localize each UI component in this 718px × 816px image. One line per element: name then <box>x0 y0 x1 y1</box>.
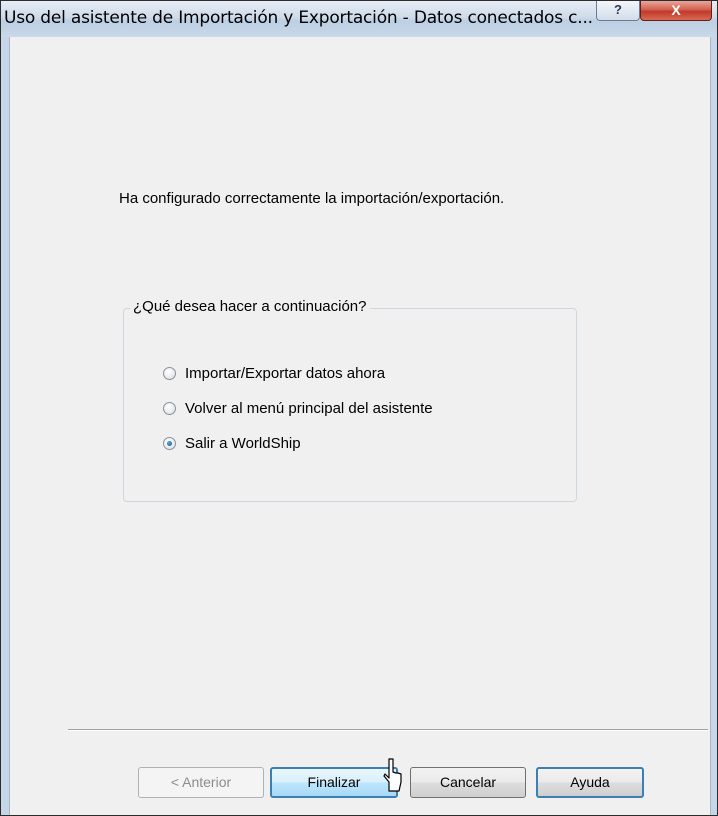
close-icon: X <box>671 2 681 18</box>
dialog-window: Uso del asistente de Importación y Expor… <box>0 0 718 816</box>
radio-button-icon[interactable] <box>163 401 176 415</box>
help-titlebar-button[interactable]: ? <box>596 1 640 21</box>
option-label: Importar/Exportar datos ahora <box>185 364 386 382</box>
radio-button-checked-icon[interactable] <box>163 436 176 450</box>
option-label: Volver al menú principal del asistente <box>185 399 433 417</box>
question-icon: ? <box>614 2 622 17</box>
mouse-pointer-icon <box>383 758 402 792</box>
back-button[interactable]: < Anterior <box>138 767 264 798</box>
close-button[interactable]: X <box>640 1 712 21</box>
title-bar[interactable]: Uso del asistente de Importación y Expor… <box>1 1 717 37</box>
dialog-body: Ha configurado correctamente la importac… <box>9 37 711 815</box>
option-label: Salir a WorldShip <box>185 434 301 452</box>
radio-button-icon[interactable] <box>163 366 176 380</box>
help-button[interactable]: Ayuda <box>536 767 644 798</box>
group-legend: ¿Qué desea hacer a continuación? <box>130 298 370 315</box>
cancel-button[interactable]: Cancelar <box>410 767 526 798</box>
option-exit-worldship[interactable]: Salir a WorldShip <box>163 433 301 453</box>
success-message: Ha configurado correctamente la importac… <box>119 190 505 207</box>
separator-line <box>68 729 708 731</box>
option-return-main-menu[interactable]: Volver al menú principal del asistente <box>163 398 433 418</box>
window-title: Uso del asistente de Importación y Expor… <box>4 8 593 28</box>
option-import-export-now[interactable]: Importar/Exportar datos ahora <box>163 363 385 383</box>
finish-button[interactable]: Finalizar <box>270 767 398 798</box>
